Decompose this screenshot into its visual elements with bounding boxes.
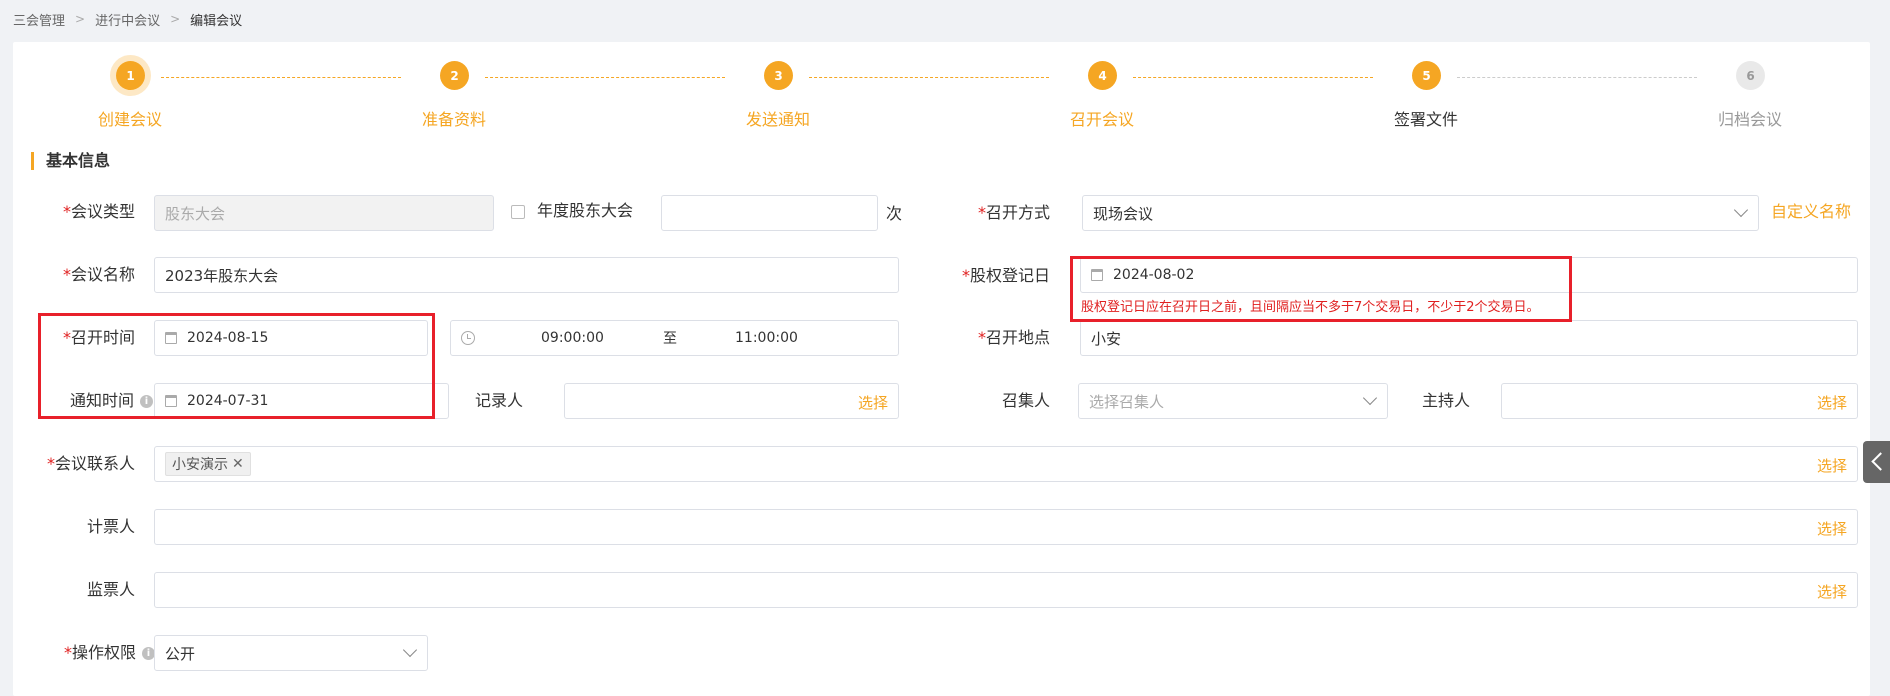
annual-meeting-checkbox[interactable]: [511, 205, 525, 219]
meeting-type-field: 股东大会: [154, 195, 494, 231]
step-number: 6: [1736, 61, 1765, 90]
step-number: 5: [1412, 61, 1441, 90]
method-select[interactable]: 现场会议: [1082, 195, 1759, 231]
contact-select-link[interactable]: 选择: [1817, 455, 1847, 476]
recorder-label: 记录人: [475, 391, 524, 410]
host-field[interactable]: 选择: [1501, 383, 1858, 419]
breadcrumb: 三会管理 > 进行中会议 > 编辑会议: [13, 9, 242, 29]
scrutineer-select-link[interactable]: 选择: [1817, 581, 1847, 602]
step-label: 创建会议: [97, 110, 162, 129]
meeting-time-range-picker[interactable]: 09:00:00 至 11:00:00: [450, 320, 899, 356]
step-label: 召开会议: [1069, 110, 1134, 129]
step-connector: [1457, 77, 1697, 78]
counter-select-link[interactable]: 选择: [1817, 518, 1847, 539]
step-label: 归档会议: [1717, 110, 1782, 129]
permission-select[interactable]: 公开: [154, 635, 428, 671]
contact-tag: 小安演示 ✕: [165, 452, 251, 476]
recorder-select-link[interactable]: 选择: [858, 392, 888, 413]
step-connector: [809, 77, 1049, 78]
recorder-field[interactable]: 选择: [564, 383, 899, 419]
highlight-box-record-date: [1070, 256, 1572, 322]
counter-field[interactable]: 选择: [154, 509, 1858, 545]
highlight-box-times: [38, 313, 435, 419]
host-select-link[interactable]: 选择: [1817, 392, 1847, 413]
location-input[interactable]: 小安: [1080, 320, 1858, 356]
meeting-name-label: *会议名称: [62, 265, 135, 284]
step-connector: [1133, 77, 1373, 78]
step-number: 2: [440, 61, 469, 90]
step-connector: [485, 77, 725, 78]
chevron-down-icon: [1362, 390, 1378, 406]
counter-label: 计票人: [86, 517, 135, 536]
step-label: 发送通知: [745, 110, 810, 129]
chevron-right-icon: >: [75, 12, 86, 26]
step-number: 3: [764, 61, 793, 90]
meeting-count-input[interactable]: [661, 195, 878, 231]
section-title: 基本信息: [31, 152, 110, 170]
chevron-down-icon: [1733, 202, 1749, 218]
contact-label: *会议联系人: [46, 454, 135, 473]
breadcrumb-item-current: 编辑会议: [190, 13, 243, 29]
clock-icon: [461, 331, 475, 345]
meeting-type-label: *会议类型: [62, 202, 135, 221]
step-label: 签署文件: [1393, 110, 1458, 129]
record-date-label: *股权登记日: [961, 266, 1050, 285]
step-connector: [161, 77, 401, 78]
permission-label: *操作权限 i: [33, 643, 155, 663]
step-number: 1: [116, 61, 145, 90]
method-label: *召开方式: [977, 203, 1050, 222]
meeting-name-input[interactable]: 2023年股东大会: [154, 257, 899, 293]
host-label: 主持人: [1421, 391, 1470, 410]
step-number: 4: [1088, 61, 1117, 90]
location-label: *召开地点: [977, 328, 1050, 347]
contact-field[interactable]: 小安演示 ✕ 选择: [154, 446, 1858, 482]
convener-select[interactable]: 选择召集人: [1078, 383, 1388, 419]
annual-meeting-label: 年度股东大会: [537, 201, 634, 220]
side-panel-toggle[interactable]: [1863, 441, 1890, 483]
step-label: 准备资料: [421, 110, 486, 129]
chevron-right-icon: >: [170, 12, 181, 26]
close-icon[interactable]: ✕: [232, 456, 244, 472]
scrutineer-field[interactable]: 选择: [154, 572, 1858, 608]
scrutineer-label: 监票人: [86, 580, 135, 599]
chevron-down-icon: [402, 642, 418, 658]
times-unit-label: 次: [886, 204, 903, 223]
breadcrumb-item-meetings[interactable]: 三会管理: [13, 10, 65, 29]
custom-name-link[interactable]: 自定义名称: [1771, 202, 1851, 222]
convener-label: 召集人: [1001, 391, 1050, 410]
breadcrumb-item-ongoing[interactable]: 进行中会议: [95, 10, 160, 29]
